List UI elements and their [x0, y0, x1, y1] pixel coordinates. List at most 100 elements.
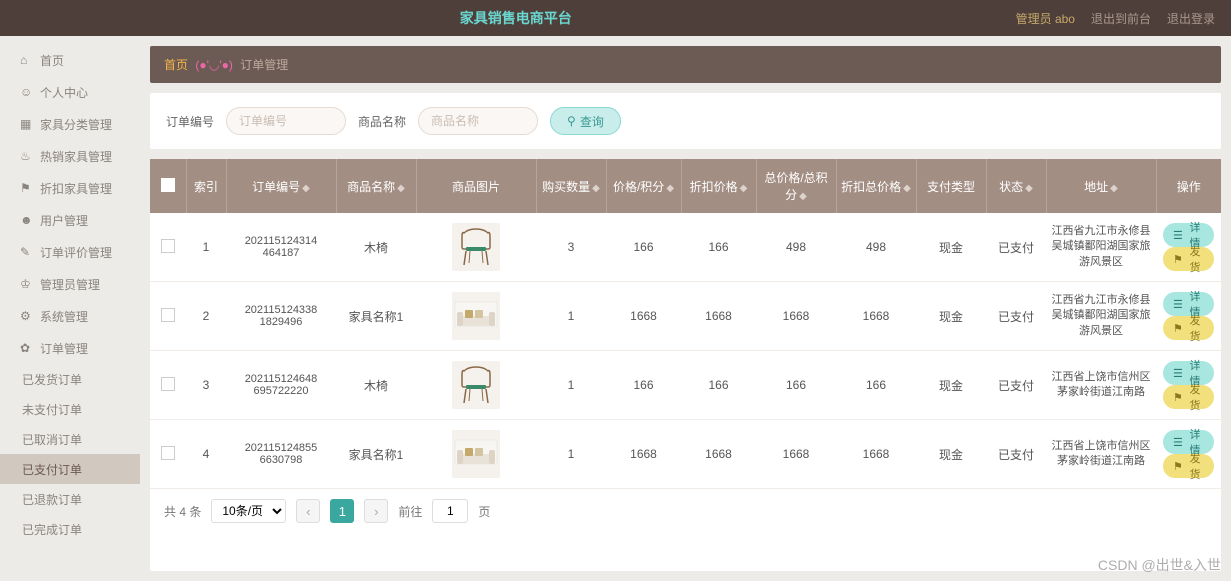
cell-dprice: 166: [681, 351, 756, 420]
detail-icon: ☰: [1173, 367, 1183, 380]
sidebar-item-discount[interactable]: ⚑折扣家具管理: [0, 172, 140, 204]
th-dtotal[interactable]: 折扣总价格◆: [836, 159, 916, 213]
sidebar-item-users[interactable]: ☻用户管理: [0, 204, 140, 236]
cell-address: 江西省上饶市信州区茅家岭街道江南路: [1046, 351, 1156, 420]
th-orderno[interactable]: 订单编号◆: [226, 159, 336, 213]
sub-paid[interactable]: 已支付订单: [0, 454, 140, 484]
cell-paytype: 现金: [916, 351, 986, 420]
cell-ops: ☰ 详情⚑ 发货: [1156, 282, 1221, 351]
cell-orderno: 2021151248556630798: [226, 420, 336, 489]
goto-prefix: 前往: [398, 503, 422, 520]
ship-button[interactable]: ⚑ 发货: [1163, 385, 1214, 409]
th-dprice[interactable]: 折扣价格◆: [681, 159, 756, 213]
sub-cancelled[interactable]: 已取消订单: [0, 424, 140, 454]
breadcrumb-home[interactable]: 首页: [164, 58, 188, 72]
users-icon: ☻: [20, 213, 34, 227]
ship-button[interactable]: ⚑ 发货: [1163, 454, 1214, 478]
cell-price: 166: [606, 351, 681, 420]
search-button[interactable]: ⚲查询: [550, 107, 621, 135]
detail-icon: ☰: [1173, 229, 1183, 242]
cell-total: 166: [756, 351, 836, 420]
logout-link[interactable]: 退出登录: [1167, 10, 1215, 27]
product-name-label: 商品名称: [358, 113, 406, 130]
sidebar-label: 订单管理: [40, 340, 88, 357]
detail-icon: ☰: [1173, 436, 1183, 449]
cell-paytype: 现金: [916, 282, 986, 351]
orders-table: 索引 订单编号◆ 商品名称◆ 商品图片 购买数量◆ 价格/积分◆ 折扣价格◆ 总…: [150, 159, 1221, 489]
th-price[interactable]: 价格/积分◆: [606, 159, 681, 213]
table-row: 1202115124314464187木椅3166166498498现金已支付江…: [150, 213, 1221, 282]
sidebar-item-home[interactable]: ⌂首页: [0, 44, 140, 76]
next-page-button[interactable]: ›: [364, 499, 388, 523]
row-checkbox[interactable]: [161, 308, 175, 322]
product-thumbnail: [452, 223, 500, 271]
cell-image: [416, 351, 536, 420]
sidebar-item-system[interactable]: ⚙系统管理: [0, 300, 140, 332]
select-all-checkbox[interactable]: [161, 178, 175, 192]
order-icon: ✿: [20, 341, 34, 355]
cell-paytype: 现金: [916, 213, 986, 282]
ship-button[interactable]: ⚑ 发货: [1163, 247, 1214, 271]
sidebar-item-profile[interactable]: ☺个人中心: [0, 76, 140, 108]
order-no-input[interactable]: [226, 107, 346, 135]
cell-orderno: 202115124648695722220: [226, 351, 336, 420]
th-address[interactable]: 地址◆: [1046, 159, 1156, 213]
cell-index: 2: [186, 282, 226, 351]
to-frontend-link[interactable]: 退出到前台: [1091, 10, 1151, 27]
cell-ops: ☰ 详情⚑ 发货: [1156, 420, 1221, 489]
breadcrumb-current: 订单管理: [240, 58, 288, 72]
sidebar-item-orders[interactable]: ✿ 订单管理: [0, 332, 140, 364]
product-name-input[interactable]: [418, 107, 538, 135]
row-checkbox[interactable]: [161, 377, 175, 391]
page-size-select[interactable]: 10条/页: [211, 499, 286, 523]
page-1-button[interactable]: 1: [330, 499, 354, 523]
cell-address: 江西省上饶市信州区茅家岭街道江南路: [1046, 420, 1156, 489]
sub-shipped[interactable]: 已发货订单: [0, 364, 140, 394]
app-title: 家具销售电商平台: [16, 8, 1016, 28]
cell-dprice: 1668: [681, 282, 756, 351]
cell-dtotal: 1668: [836, 420, 916, 489]
sidebar-label: 订单评价管理: [40, 244, 112, 261]
row-checkbox[interactable]: [161, 446, 175, 460]
sidebar-item-hot[interactable]: ♨热销家具管理: [0, 140, 140, 172]
sidebar-item-reviews[interactable]: ✎ 订单评价管理: [0, 236, 140, 268]
goto-page-input[interactable]: [432, 499, 468, 523]
sub-refunded[interactable]: 已退款订单: [0, 484, 140, 514]
sidebar-item-category[interactable]: ▦家具分类管理: [0, 108, 140, 140]
cell-product: 家具名称1: [336, 282, 416, 351]
sidebar-label: 系统管理: [40, 308, 88, 325]
sort-icon: ◆: [1110, 183, 1118, 194]
prev-page-button[interactable]: ‹: [296, 499, 320, 523]
cell-status: 已支付: [986, 420, 1046, 489]
cell-image: [416, 420, 536, 489]
cell-paytype: 现金: [916, 420, 986, 489]
review-icon: ✎: [20, 245, 34, 259]
sort-icon: ◆: [302, 183, 310, 194]
ship-button[interactable]: ⚑ 发货: [1163, 316, 1214, 340]
sub-unpaid[interactable]: 未支付订单: [0, 394, 140, 424]
th-qty[interactable]: 购买数量◆: [536, 159, 606, 213]
cell-total: 1668: [756, 420, 836, 489]
admin-link[interactable]: 管理员 abo: [1016, 10, 1075, 27]
cell-price: 1668: [606, 420, 681, 489]
th-paytype: 支付类型: [916, 159, 986, 213]
th-op: 操作: [1156, 159, 1221, 213]
row-checkbox[interactable]: [161, 239, 175, 253]
th-product[interactable]: 商品名称◆: [336, 159, 416, 213]
cell-qty: 1: [536, 351, 606, 420]
cell-qty: 1: [536, 282, 606, 351]
th-status[interactable]: 状态◆: [986, 159, 1046, 213]
sub-completed[interactable]: 已完成订单: [0, 514, 140, 544]
th-total[interactable]: 总价格/总积分◆: [756, 159, 836, 213]
cell-orderno: 202115124314464187: [226, 213, 336, 282]
sidebar-item-admins[interactable]: ♔管理员管理: [0, 268, 140, 300]
th-image: 商品图片: [416, 159, 536, 213]
cell-product: 家具名称1: [336, 420, 416, 489]
cell-dtotal: 1668: [836, 282, 916, 351]
cell-address: 江西省九江市永修县吴城镇鄱阳湖国家旅游风景区: [1046, 213, 1156, 282]
cell-status: 已支付: [986, 213, 1046, 282]
sidebar-label: 热销家具管理: [40, 148, 112, 165]
product-thumbnail: [452, 361, 500, 409]
search-button-label: 查询: [580, 113, 604, 130]
header-links: 管理员 abo 退出到前台 退出登录: [1016, 10, 1215, 27]
